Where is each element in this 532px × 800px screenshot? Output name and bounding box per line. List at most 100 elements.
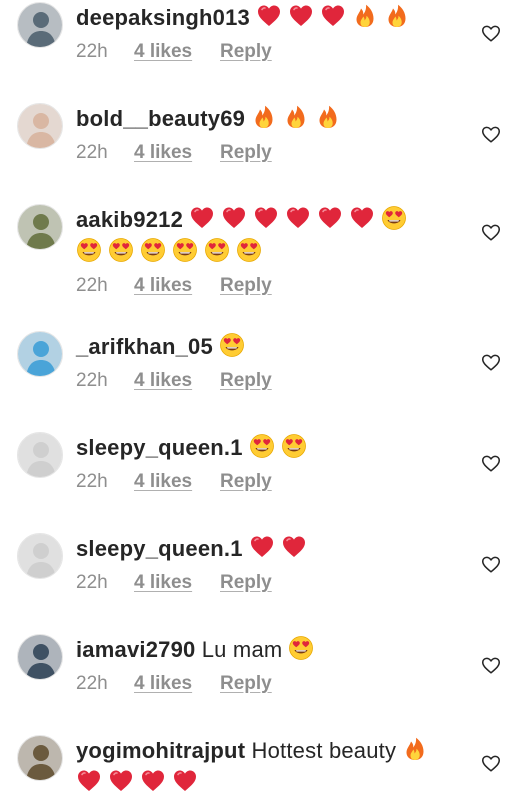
- heart-emoji-icon: [249, 534, 275, 560]
- reply-button[interactable]: Reply: [220, 272, 272, 300]
- comment-text-line: iamavi2790 Lu mam: [76, 634, 466, 666]
- heart-outline-icon[interactable]: [480, 221, 502, 243]
- comment-emojis: [251, 104, 341, 130]
- comment-emojis: [76, 237, 262, 263]
- heart-outline-icon[interactable]: [480, 553, 502, 575]
- comment-username[interactable]: yogimohitrajput: [76, 738, 245, 763]
- comment-likes-link[interactable]: 4 likes: [134, 670, 220, 698]
- comment-emojis: [249, 433, 307, 459]
- comment-username[interactable]: _arifkhan_05: [76, 334, 213, 359]
- comment-body: bold__beauty69 22h 4 likes Reply: [76, 103, 466, 167]
- heart-emoji-icon: [320, 3, 346, 29]
- heart-emoji-icon: [172, 768, 198, 794]
- comment-timestamp: 22h: [76, 673, 108, 694]
- avatar[interactable]: [17, 204, 63, 250]
- comment-meta: 22h 4 likes Reply: [76, 670, 466, 698]
- heart-emoji-icon: [285, 205, 311, 231]
- reply-button[interactable]: Reply: [220, 38, 272, 66]
- comment-timestamp: 22h: [76, 41, 108, 62]
- avatar[interactable]: [17, 103, 63, 149]
- heart-emoji-icon: [256, 3, 282, 29]
- heart-emoji-icon: [108, 768, 134, 794]
- comment-body: sleepy_queen.1 22h 4 likes Reply: [76, 432, 466, 496]
- heart-emoji-icon: [140, 768, 166, 794]
- comment-text-line: [76, 767, 466, 799]
- reply-button[interactable]: Reply: [220, 468, 272, 496]
- comment-text-line: sleepy_queen.1: [76, 533, 466, 565]
- comment-likes-link[interactable]: 4 likes: [134, 38, 220, 66]
- comment-meta: 22h 4 likes Reply: [76, 468, 466, 496]
- comment-emojis: [402, 736, 428, 762]
- comment-emojis: [189, 205, 407, 231]
- reply-button[interactable]: Reply: [220, 139, 272, 167]
- comment-emojis: [76, 768, 198, 794]
- comment-meta: 22h 4 likes Reply: [76, 272, 466, 300]
- fire-emoji-icon: [352, 3, 378, 29]
- comment-body: sleepy_queen.1 22h 4 likes Reply: [76, 533, 466, 597]
- comment-username[interactable]: deepaksingh013: [76, 5, 250, 30]
- fire-emoji-icon: [251, 104, 277, 130]
- comment-emojis: [288, 635, 314, 661]
- hearteyes-emoji-icon: [236, 237, 262, 263]
- hearteyes-emoji-icon: [140, 237, 166, 263]
- comment-text-line: deepaksingh013: [76, 2, 466, 34]
- hearteyes-emoji-icon: [381, 205, 407, 231]
- hearteyes-emoji-icon: [288, 635, 314, 661]
- comment-body: deepaksingh013 22h 4 likes Reply: [76, 2, 466, 66]
- comment-text: Lu mam: [201, 637, 283, 662]
- reply-button[interactable]: Reply: [220, 367, 272, 395]
- avatar[interactable]: [17, 735, 63, 781]
- hearteyes-emoji-icon: [172, 237, 198, 263]
- fire-emoji-icon: [283, 104, 309, 130]
- comment-emojis: [219, 332, 245, 358]
- heart-emoji-icon: [317, 205, 343, 231]
- reply-button[interactable]: Reply: [220, 569, 272, 597]
- comment-body: _arifkhan_05 22h 4 likes Reply: [76, 331, 466, 395]
- heart-outline-icon[interactable]: [480, 752, 502, 774]
- heart-emoji-icon: [253, 205, 279, 231]
- hearteyes-emoji-icon: [219, 332, 245, 358]
- comment-text: Hottest beauty: [251, 738, 397, 763]
- comment-meta: 22h 4 likes Reply: [76, 38, 466, 66]
- comment-likes-link[interactable]: 4 likes: [134, 367, 220, 395]
- avatar[interactable]: [17, 331, 63, 377]
- hearteyes-emoji-icon: [249, 433, 275, 459]
- avatar[interactable]: [17, 634, 63, 680]
- heart-outline-icon[interactable]: [480, 22, 502, 44]
- hearteyes-emoji-icon: [281, 433, 307, 459]
- heart-emoji-icon: [288, 3, 314, 29]
- comment-username[interactable]: iamavi2790: [76, 637, 195, 662]
- comment-likes-link[interactable]: 4 likes: [134, 569, 220, 597]
- heart-outline-icon[interactable]: [480, 351, 502, 373]
- comment-timestamp: 22h: [76, 142, 108, 163]
- comment-likes-link[interactable]: 4 likes: [134, 139, 220, 167]
- heart-outline-icon[interactable]: [480, 654, 502, 676]
- comment-likes-link[interactable]: 4 likes: [134, 272, 220, 300]
- heart-outline-icon[interactable]: [480, 123, 502, 145]
- avatar[interactable]: [17, 432, 63, 478]
- comment-body: yogimohitrajput Hottest beauty: [76, 735, 466, 799]
- fire-emoji-icon: [315, 104, 341, 130]
- comment-text-line: _arifkhan_05: [76, 331, 466, 363]
- comment-username[interactable]: aakib9212: [76, 207, 183, 232]
- heart-emoji-icon: [76, 768, 102, 794]
- comment-list: deepaksingh013 22h 4 likes Reply bold__beau…: [0, 0, 532, 800]
- avatar[interactable]: [17, 2, 63, 48]
- hearteyes-emoji-icon: [204, 237, 230, 263]
- comment-username[interactable]: sleepy_queen.1: [76, 435, 243, 460]
- heart-emoji-icon: [221, 205, 247, 231]
- comment-timestamp: 22h: [76, 572, 108, 593]
- avatar[interactable]: [17, 533, 63, 579]
- heart-emoji-icon: [281, 534, 307, 560]
- hearteyes-emoji-icon: [108, 237, 134, 263]
- comment-meta: 22h 4 likes Reply: [76, 367, 466, 395]
- comment-meta: 22h 4 likes Reply: [76, 569, 466, 597]
- comment-likes-link[interactable]: 4 likes: [134, 468, 220, 496]
- reply-button[interactable]: Reply: [220, 670, 272, 698]
- heart-outline-icon[interactable]: [480, 452, 502, 474]
- comment-username[interactable]: bold__beauty69: [76, 106, 245, 131]
- comment-timestamp: 22h: [76, 471, 108, 492]
- comment-timestamp: 22h: [76, 275, 108, 296]
- comment-username[interactable]: sleepy_queen.1: [76, 536, 243, 561]
- comment-body: iamavi2790 Lu mam 22h 4 likes Reply: [76, 634, 466, 698]
